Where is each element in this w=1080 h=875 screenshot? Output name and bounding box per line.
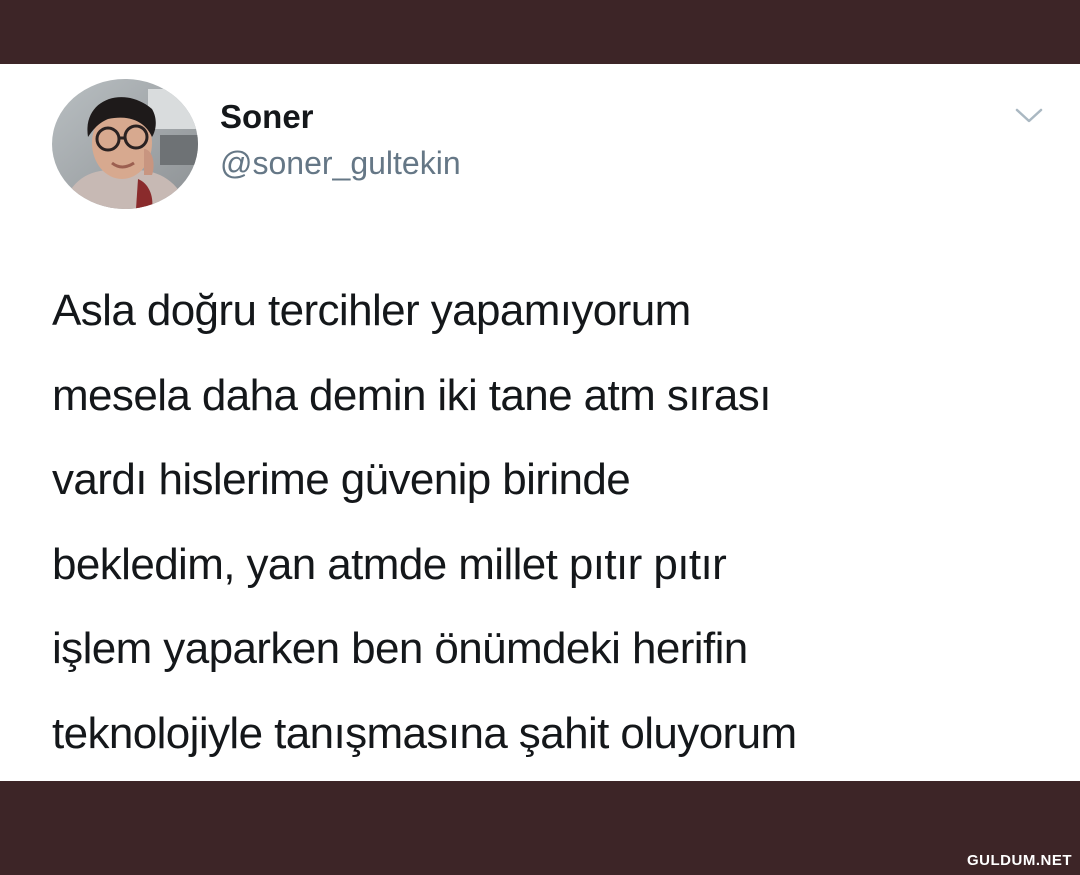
- tweet-text-line: Asla doğru tercihler yapamıyorum: [52, 286, 691, 335]
- tweet-text-line: mesela daha demin iki tane atm sırası: [52, 370, 771, 420]
- tweet-card: Soner @soner_gultekin Asla doğru tercihl…: [0, 64, 1080, 781]
- user-handle[interactable]: @soner_gultekin: [220, 141, 461, 185]
- watermark: GULDUM.NET: [967, 852, 1072, 869]
- tweet-text-line: vardı hislerime güvenip birinde: [52, 455, 631, 504]
- tweet-text-line: teknolojiyle tanışmasına şahit oluyorum: [52, 708, 797, 758]
- avatar-photo: [52, 79, 198, 209]
- chevron-down-icon[interactable]: [1014, 106, 1044, 126]
- display-name[interactable]: Soner: [220, 97, 461, 137]
- tweet-text: Asla doğru tercihler yapamıyorum mesela …: [52, 269, 1052, 776]
- tweet-header: Soner @soner_gultekin: [52, 79, 461, 209]
- tweet-text-line: bekledim, yan atmde millet pıtır pıtır: [52, 539, 727, 589]
- author-names: Soner @soner_gultekin: [220, 97, 461, 185]
- avatar[interactable]: [52, 79, 198, 209]
- screenshot-frame: Soner @soner_gultekin Asla doğru tercihl…: [0, 0, 1080, 875]
- tweet-text-line: işlem yaparken ben önümdeki herifin: [52, 624, 748, 673]
